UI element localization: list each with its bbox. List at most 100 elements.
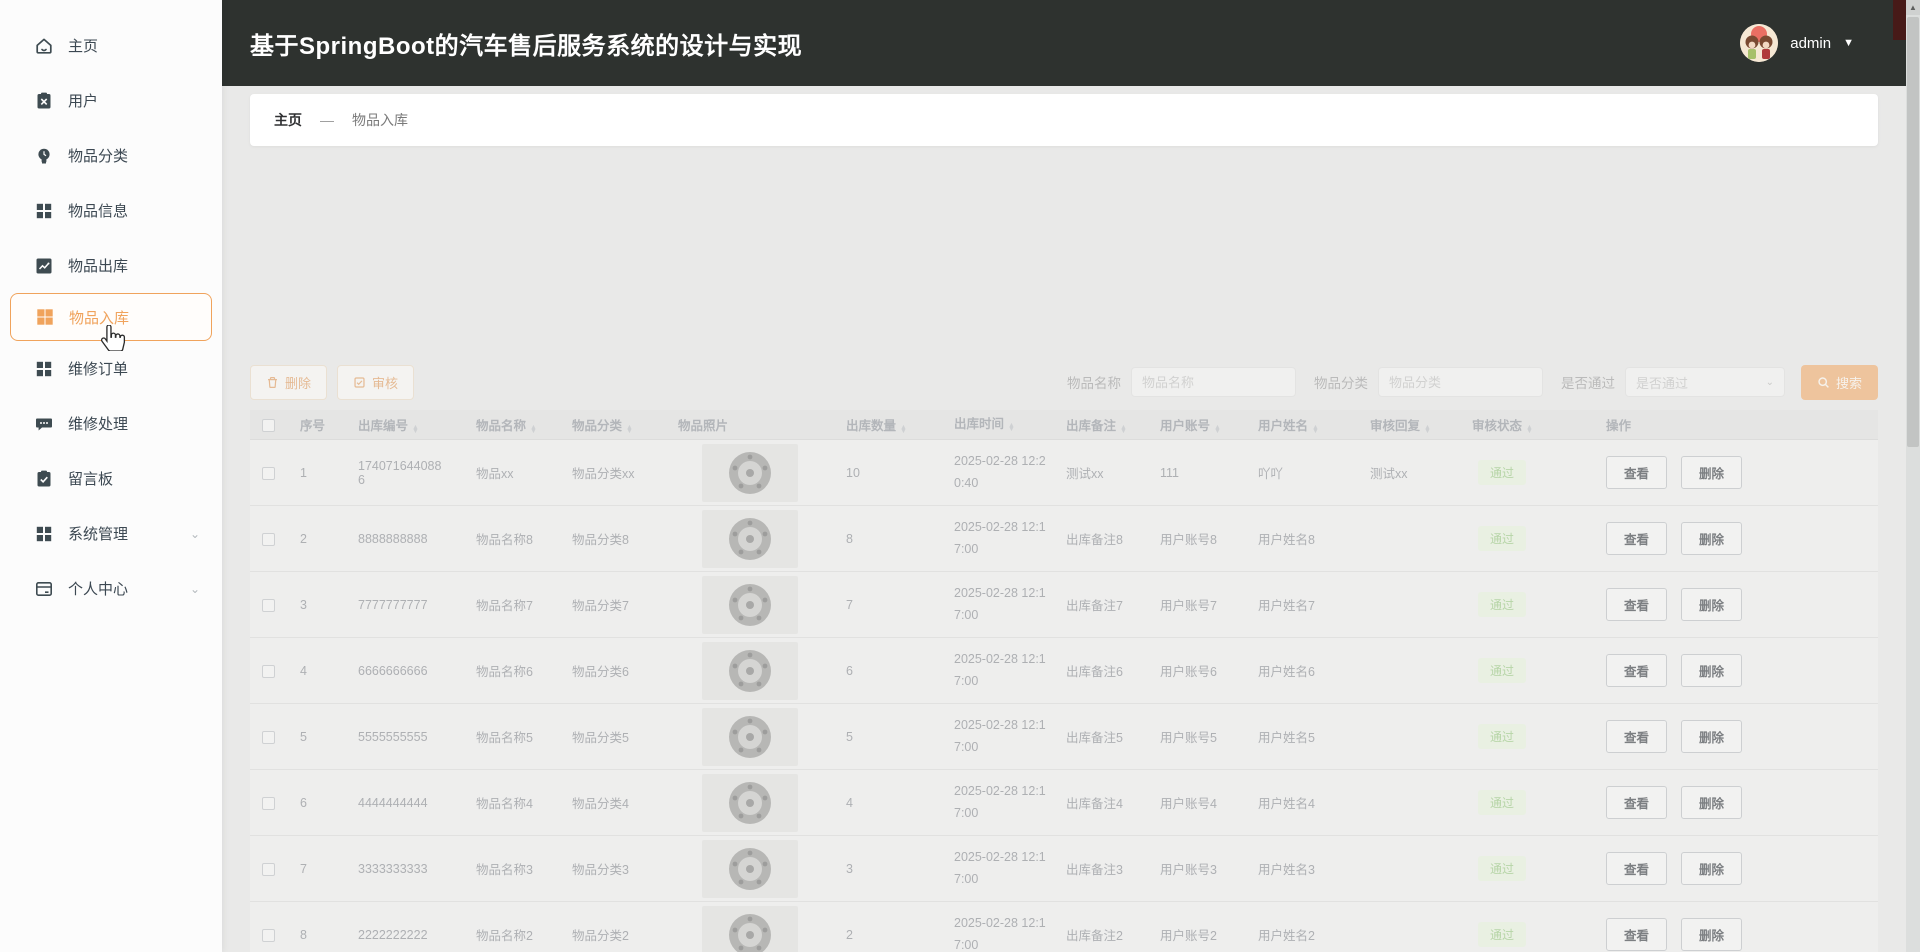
main-content: 主页 — 物品入库 删除 审核 <box>222 86 1906 952</box>
column-header-12[interactable]: 审核状态▲▼ <box>1460 415 1562 434</box>
column-header-11[interactable]: 审核回复▲▼ <box>1358 415 1460 434</box>
sidebar-item-10[interactable]: 个人中心 ⌄ <box>0 561 222 616</box>
view-button[interactable]: 查看 <box>1606 588 1667 621</box>
sort-icon: ▲▼ <box>530 426 537 434</box>
column-header-8[interactable]: 出库备注▲▼ <box>1054 415 1148 434</box>
delete-row-button[interactable]: 删除 <box>1681 852 1742 885</box>
delete-row-button[interactable]: 删除 <box>1681 720 1742 753</box>
cell-item-category: 物品分类5 <box>560 727 666 746</box>
cell-time: 2025-02-28 12:20:40 <box>942 451 1054 494</box>
column-header-2[interactable]: 出库编号▲▼ <box>346 415 464 434</box>
row-checkbox[interactable] <box>262 731 275 744</box>
clipboard-check-icon <box>34 469 54 489</box>
search-button[interactable]: 搜索 <box>1801 365 1878 400</box>
row-checkbox[interactable] <box>262 797 275 810</box>
table-row: 1 1740716440886 物品xx 物品分类xx 10 2025-02- <box>250 440 1878 506</box>
delete-row-button[interactable]: 删除 <box>1681 786 1742 819</box>
filter-label-1: 物品分类 <box>1314 372 1368 392</box>
sidebar-item-7[interactable]: 维修处理 ⌄ <box>0 396 222 451</box>
user-menu[interactable]: admin ▼ <box>1740 0 1854 86</box>
sidebar-item-label: 物品信息 <box>68 200 128 221</box>
table-header-row: 序号出库编号▲▼物品名称▲▼物品分类▲▼物品照片出库数量▲▼出库时间▲▼出库备注… <box>250 410 1878 440</box>
scrollbar-thumb[interactable] <box>1907 17 1919 447</box>
view-button[interactable]: 查看 <box>1606 918 1667 951</box>
table-row: 5 5555555555 物品名称5 物品分类5 5 2025-02-28 1 <box>250 704 1878 770</box>
cell-remark: 测试xx <box>1054 463 1148 482</box>
sidebar-item-3[interactable]: 物品信息 ⌄ <box>0 183 222 238</box>
filter-select-2[interactable]: 是否通过⌄ <box>1625 367 1785 397</box>
filter-input-0[interactable] <box>1131 367 1296 397</box>
cell-user-name: 用户姓名2 <box>1246 925 1358 944</box>
cell-user-name: 用户姓名5 <box>1246 727 1358 746</box>
delete-row-button[interactable]: 删除 <box>1681 588 1742 621</box>
view-button[interactable]: 查看 <box>1606 720 1667 753</box>
delete-row-button[interactable]: 删除 <box>1681 918 1742 951</box>
cell-time: 2025-02-28 12:17:00 <box>942 517 1054 560</box>
card-icon <box>34 579 54 599</box>
cell-index: 8 <box>288 928 346 942</box>
cell-item-category: 物品分类2 <box>560 925 666 944</box>
column-header-9[interactable]: 用户账号▲▼ <box>1148 415 1246 434</box>
view-button[interactable]: 查看 <box>1606 456 1667 489</box>
cell-time: 2025-02-28 12:17:00 <box>942 781 1054 824</box>
column-header-3[interactable]: 物品名称▲▼ <box>464 415 560 434</box>
column-header-10[interactable]: 用户姓名▲▼ <box>1246 415 1358 434</box>
cell-item-category: 物品分类4 <box>560 793 666 812</box>
sidebar-item-1[interactable]: 用户 ⌄ <box>0 73 222 128</box>
batch-delete-button[interactable]: 删除 <box>250 365 327 400</box>
sidebar-item-label: 物品出库 <box>68 255 128 276</box>
sort-icon: ▲▼ <box>626 426 633 434</box>
cell-user-account: 用户账号7 <box>1148 595 1246 614</box>
cell-index: 6 <box>288 796 346 810</box>
view-button[interactable]: 查看 <box>1606 522 1667 555</box>
sidebar-item-2[interactable]: 物品分类 ⌄ <box>0 128 222 183</box>
cell-user-account: 用户账号2 <box>1148 925 1246 944</box>
cell-index: 5 <box>288 730 346 744</box>
row-checkbox[interactable] <box>262 467 275 480</box>
cell-index: 1 <box>288 466 346 480</box>
cell-quantity: 2 <box>834 928 942 942</box>
breadcrumb-separator: — <box>320 112 334 128</box>
item-photo <box>702 642 798 700</box>
select-all-checkbox[interactable] <box>262 419 275 432</box>
row-checkbox[interactable] <box>262 599 275 612</box>
row-checkbox[interactable] <box>262 665 275 678</box>
avatar[interactable] <box>1740 24 1778 62</box>
chevron-down-icon: ⌄ <box>190 527 200 541</box>
cell-user-account: 用户账号3 <box>1148 859 1246 878</box>
item-photo <box>702 510 798 568</box>
chevron-down-icon: ⌄ <box>190 582 200 596</box>
column-header-6[interactable]: 出库数量▲▼ <box>834 415 942 434</box>
audit-button[interactable]: 审核 <box>337 365 414 400</box>
column-header-0 <box>250 417 288 431</box>
sidebar-item-label: 物品分类 <box>68 145 128 166</box>
sidebar-item-4[interactable]: 物品出库 ⌄ <box>0 238 222 293</box>
breadcrumb-home[interactable]: 主页 <box>274 110 302 130</box>
delete-row-button[interactable]: 删除 <box>1681 456 1742 489</box>
row-checkbox[interactable] <box>262 929 275 942</box>
column-header-4[interactable]: 物品分类▲▼ <box>560 415 666 434</box>
sidebar-item-label: 系统管理 <box>68 523 128 544</box>
column-header-7[interactable]: 出库时间▲▼ <box>942 414 1054 435</box>
sidebar-item-8[interactable]: 留言板 ⌄ <box>0 451 222 506</box>
search-icon <box>1817 376 1830 389</box>
sidebar-item-9[interactable]: 系统管理 ⌄ <box>0 506 222 561</box>
row-checkbox[interactable] <box>262 533 275 546</box>
sidebar-item-label: 留言板 <box>68 468 113 489</box>
chart-icon <box>34 256 54 276</box>
cell-item-category: 物品分类8 <box>560 529 666 548</box>
cell-outbound-code: 3333333333 <box>346 862 464 876</box>
delete-row-button[interactable]: 删除 <box>1681 522 1742 555</box>
filter-input-1[interactable] <box>1378 367 1543 397</box>
scrollbar-up-icon[interactable]: ▲ <box>1906 0 1920 15</box>
view-button[interactable]: 查看 <box>1606 852 1667 885</box>
row-checkbox[interactable] <box>262 863 275 876</box>
vertical-scrollbar[interactable]: ▲ <box>1906 0 1920 952</box>
cell-user-name: 用户姓名8 <box>1246 529 1358 548</box>
sidebar-item-0[interactable]: 主页 ⌄ <box>0 18 222 73</box>
view-button[interactable]: 查看 <box>1606 654 1667 687</box>
delete-row-button[interactable]: 删除 <box>1681 654 1742 687</box>
view-button[interactable]: 查看 <box>1606 786 1667 819</box>
status-badge: 通过 <box>1478 922 1526 947</box>
cell-quantity: 4 <box>834 796 942 810</box>
